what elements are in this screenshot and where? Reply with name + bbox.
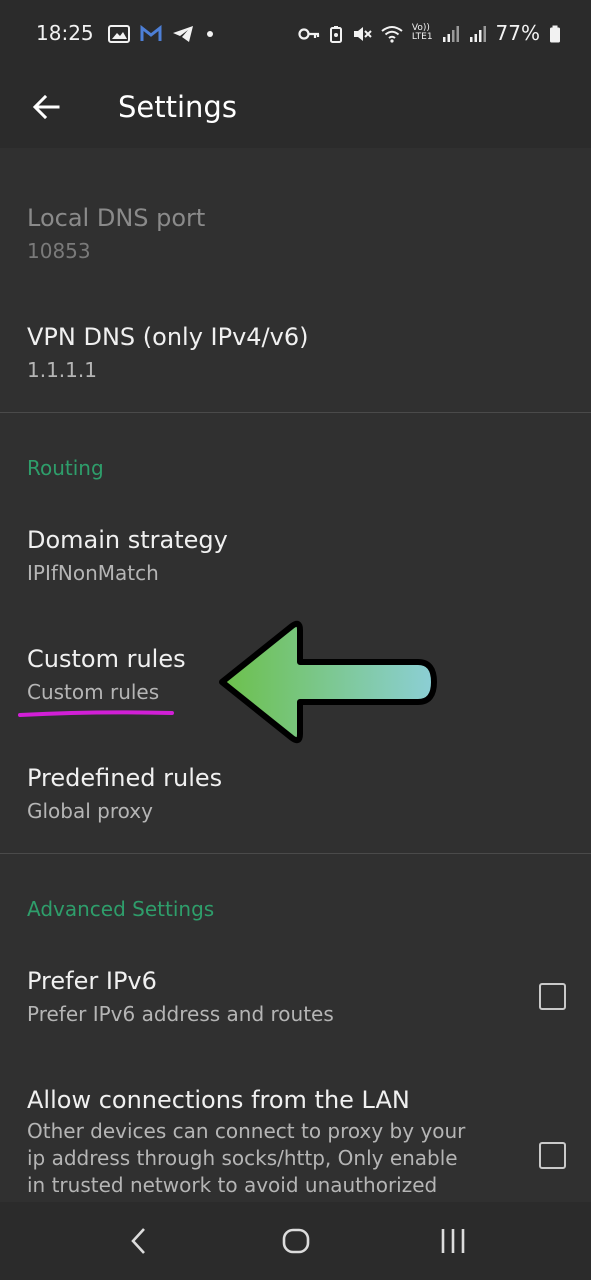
setting-title: Allow connections from the LAN [27,1086,410,1114]
annotation-underline [18,710,174,717]
back-arrow-icon [32,94,60,120]
setting-title: Local DNS port [27,204,206,232]
setting-title: Prefer IPv6 [27,967,157,995]
back-button[interactable] [0,66,92,148]
annotation-arrow-icon [219,620,437,744]
image-icon [107,24,130,43]
section-divider [0,412,591,413]
setting-value: 10853 [27,239,91,263]
key-icon [298,24,320,42]
setting-description-line: in trusted network to avoid unauthorized [27,1173,438,1197]
section-header-advanced: Advanced Settings [27,897,215,921]
volte-icon: Vo)) LTE1 [412,24,433,42]
setting-value: IPIfNonMatch [27,561,159,585]
navigation-bar [0,1202,591,1280]
recents-icon [441,1229,464,1253]
app-bar: Settings [0,66,591,148]
setting-vpn-dns[interactable]: VPN DNS (only IPv4/v6) 1.1.1.1 [27,322,564,384]
setting-local-dns-port: Local DNS port 10853 [27,203,564,265]
prefer-ipv6-checkbox[interactable] [539,983,566,1010]
battery-saver-icon [329,24,343,43]
setting-description-line: ip address through socks/http, Only enab… [27,1146,458,1170]
status-right: Vo)) LTE1 77% [298,21,561,45]
setting-value: 1.1.1.1 [27,358,97,382]
wifi-icon [381,24,403,43]
back-icon [130,1228,145,1254]
setting-title: Domain strategy [27,526,228,554]
telegram-icon [172,24,194,42]
nav-home-button[interactable] [266,1211,326,1271]
status-time: 18:25 [36,21,94,45]
section-divider [0,853,591,854]
setting-value: Global proxy [27,799,153,823]
setting-prefer-ipv6[interactable]: Prefer IPv6 Prefer IPv6 address and rout… [27,966,501,1028]
setting-allow-lan[interactable]: Allow connections from the LAN Other dev… [27,1085,501,1199]
home-icon [282,1228,309,1254]
setting-predefined-rules[interactable]: Predefined rules Global proxy [27,763,564,825]
battery-percent: 77% [495,21,540,45]
page-title: Settings [118,90,237,124]
setting-title: Predefined rules [27,764,223,792]
allow-lan-checkbox[interactable] [539,1142,566,1169]
signal-icon [469,24,487,42]
setting-description-line: Other devices can connect to proxy by yo… [27,1119,466,1143]
mute-icon [352,24,372,42]
setting-title: VPN DNS (only IPv4/v6) [27,323,309,351]
status-left: 18:25 [36,21,216,45]
setting-value: Prefer IPv6 address and routes [27,1002,334,1026]
volte-label-bottom: LTE1 [411,32,433,42]
setting-domain-strategy[interactable]: Domain strategy IPIfNonMatch [27,525,564,587]
nav-back-button[interactable] [109,1211,169,1271]
gmail-icon [140,24,162,42]
dot-icon [204,24,216,42]
nav-recents-button[interactable] [423,1211,483,1271]
section-header-routing: Routing [27,456,104,480]
screen: 18:25 Vo)) LTE1 77% Settings Local DNS p… [0,0,591,1280]
battery-icon [549,24,561,43]
status-bar: 18:25 Vo)) LTE1 77% [0,0,591,66]
signal-icon [442,24,460,42]
